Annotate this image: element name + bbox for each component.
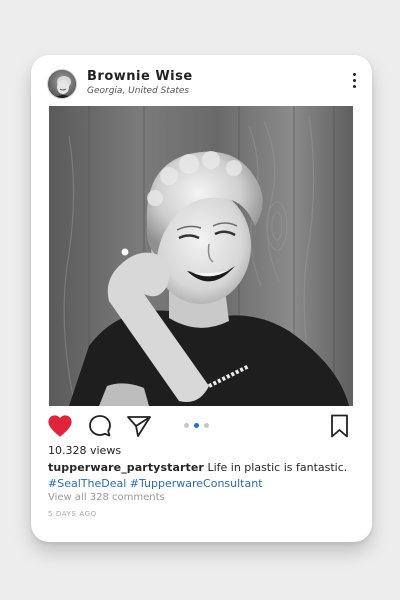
heart-icon[interactable]	[47, 414, 73, 438]
carousel-dot[interactable]	[184, 423, 189, 428]
view-count[interactable]: 10.328 views	[48, 444, 121, 457]
caption: tupperware_partystarter Life in plastic …	[48, 460, 358, 492]
hashtag-link[interactable]: #SealTheDeal	[48, 477, 126, 490]
hashtag-link[interactable]: #TupperwareConsultant	[130, 477, 263, 490]
avatar-image	[48, 70, 76, 98]
share-icon[interactable]	[126, 414, 152, 438]
username[interactable]: Brownie Wise	[87, 69, 193, 84]
instagram-post-card: Brownie Wise Georgia, United States 10.3…	[31, 55, 372, 542]
bookmark-icon[interactable]	[327, 414, 353, 438]
carousel-indicator	[184, 423, 214, 429]
action-bar	[31, 410, 372, 442]
carousel-dot[interactable]	[204, 423, 209, 428]
post-timestamp: 5 DAYS AGO	[48, 510, 97, 518]
caption-username[interactable]: tupperware_partystarter	[48, 461, 204, 474]
view-all-comments-link[interactable]: View all 328 comments	[48, 492, 165, 503]
more-vertical-icon[interactable]	[348, 73, 360, 95]
caption-text: Life in plastic is fantastic.	[203, 461, 348, 474]
post-header: Brownie Wise Georgia, United States	[31, 55, 372, 109]
comment-icon[interactable]	[88, 414, 114, 438]
post-photo[interactable]	[49, 106, 353, 406]
post-photo-image	[49, 106, 353, 406]
canvas: Brownie Wise Georgia, United States 10.3…	[0, 0, 400, 600]
avatar[interactable]	[47, 69, 77, 99]
location-label[interactable]: Georgia, United States	[87, 86, 189, 96]
carousel-dot-active[interactable]	[194, 423, 199, 428]
